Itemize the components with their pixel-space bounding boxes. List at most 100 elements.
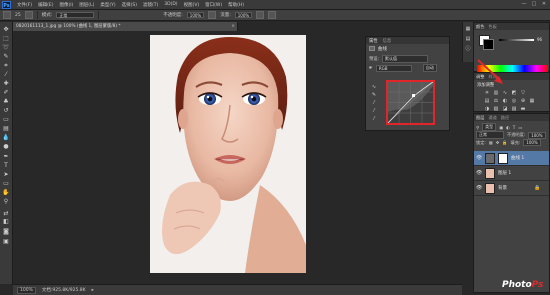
photo-filter-icon[interactable]: ◎ — [511, 98, 517, 104]
zoom-tool-icon[interactable]: ⚲ — [2, 198, 10, 205]
document-tab[interactable]: 0820161113_1.jpg @ 100% (曲线 1, 图层蒙版/8) *… — [13, 22, 238, 31]
eye-icon[interactable]: 👁 — [476, 155, 482, 161]
posterize-icon[interactable]: ▧ — [493, 106, 499, 112]
exposure-icon[interactable]: ◩ — [511, 90, 517, 96]
minimize-button[interactable]: — — [521, 1, 527, 7]
levels-icon[interactable]: ▥ — [493, 90, 499, 96]
brightness-contrast-icon[interactable]: ☀ — [484, 90, 490, 96]
shape-tool-icon[interactable]: ▭ — [2, 180, 10, 187]
airbrush-icon[interactable] — [256, 11, 265, 19]
layer-opacity-input[interactable]: 100% — [528, 131, 546, 139]
brush-panel-icon[interactable] — [24, 11, 33, 19]
healing-tool-icon[interactable]: ✚ — [2, 80, 10, 87]
maximize-button[interactable]: □ — [531, 1, 537, 7]
curves-icon[interactable]: ∿ — [502, 90, 508, 96]
menu-edit[interactable]: 编辑(E) — [38, 2, 53, 8]
tab-swatches[interactable]: 色板 — [488, 24, 496, 30]
gray-slider[interactable] — [499, 39, 534, 41]
menu-view[interactable]: 视图(V) — [184, 2, 200, 8]
color-swatches-icon[interactable]: ◧ — [2, 218, 10, 225]
crop-tool-icon[interactable]: ⌗ — [2, 62, 10, 69]
status-menu-arrow-icon[interactable]: ▸ — [92, 288, 94, 293]
eyedropper-gray-icon[interactable]: ⁄ — [370, 107, 378, 115]
color-lookup-icon[interactable]: ▦ — [529, 98, 535, 104]
background-color-swatch[interactable] — [483, 39, 494, 50]
lock-move-icon[interactable]: ✥ — [496, 140, 500, 145]
brush-tool-icon[interactable]: ✐ — [2, 89, 10, 96]
lock-all-icon[interactable]: 🔒 — [502, 140, 507, 146]
eyedropper-black-icon[interactable]: ⁄ — [370, 99, 378, 107]
close-button[interactable]: ✕ — [541, 1, 547, 7]
info-panel-icon[interactable]: ⓘ — [464, 46, 472, 53]
close-document-icon[interactable]: × — [231, 22, 235, 31]
menu-type[interactable]: 类型(Y) — [100, 2, 115, 8]
pen-tool-icon[interactable]: ✒ — [2, 153, 10, 160]
menu-filter[interactable]: 滤镜(T) — [143, 2, 158, 8]
layer-row-layer1[interactable]: 👁 图层 1 — [474, 166, 549, 181]
document-info[interactable]: 文档:925.8K/925.8K — [42, 287, 86, 293]
mode-dropdown[interactable]: 正常 — [56, 12, 95, 18]
quick-mask-icon[interactable]: ◙ — [2, 228, 10, 235]
document-image[interactable] — [150, 35, 306, 273]
channel-mixer-icon[interactable]: ⊕ — [520, 98, 526, 104]
tab-info[interactable]: 信息 — [383, 38, 392, 44]
opacity-input[interactable]: 100% — [186, 12, 205, 18]
eye-icon[interactable]: 👁 — [476, 185, 482, 191]
marquee-tool-icon[interactable]: ⬚ — [2, 35, 10, 42]
menu-file[interactable]: 文件(F) — [17, 2, 32, 8]
clone-stamp-tool-icon[interactable]: ♣ — [2, 98, 10, 105]
pencil-edit-icon[interactable]: ✎ — [370, 91, 378, 99]
eyedropper-tool-icon[interactable]: ⁄ — [2, 71, 10, 78]
filter-adjust-icon[interactable]: ◐ — [506, 125, 510, 130]
tab-styles[interactable]: 样式 — [488, 74, 496, 80]
color-balance-icon[interactable]: ⚖ — [493, 98, 499, 104]
history-brush-tool-icon[interactable]: ↺ — [2, 107, 10, 114]
path-select-tool-icon[interactable]: ➤ — [2, 171, 10, 178]
gradient-map-icon[interactable]: ▬ — [520, 106, 526, 112]
zoom-level[interactable]: 100% — [17, 286, 36, 294]
menu-3d[interactable]: 3D(D) — [164, 2, 177, 7]
tab-paths[interactable]: 路径 — [501, 115, 509, 121]
tab-color[interactable]: 颜色 — [476, 24, 484, 30]
point-edit-icon[interactable]: ∿ — [370, 83, 378, 91]
tab-channels[interactable]: 通道 — [488, 115, 496, 121]
screen-mode-icon[interactable]: ▣ — [2, 238, 10, 245]
layer-row-background[interactable]: 👁 背景 🔒 — [474, 181, 549, 196]
dodge-tool-icon[interactable]: ● — [2, 143, 10, 150]
invert-icon[interactable]: ◑ — [484, 106, 490, 112]
history-panel-icon[interactable]: ▦ — [464, 26, 472, 33]
mask-thumb[interactable] — [498, 152, 508, 164]
pressure-size-icon[interactable] — [268, 11, 277, 19]
blend-mode-dropdown[interactable]: 正常 — [476, 131, 504, 139]
eye-icon[interactable]: 👁 — [476, 170, 482, 176]
vibrance-icon[interactable]: ▽ — [520, 90, 526, 96]
gradient-tool-icon[interactable]: ▤ — [2, 125, 10, 132]
color-value[interactable]: 96 — [537, 37, 542, 42]
menu-help[interactable]: 帮助(H) — [228, 2, 244, 8]
hue-saturation-icon[interactable]: ▤ — [484, 98, 490, 104]
curves-graph[interactable] — [386, 80, 435, 125]
properties-panel-icon[interactable]: ▤ — [464, 36, 472, 43]
filter-pixel-icon[interactable]: ▣ — [499, 125, 503, 130]
lasso-tool-icon[interactable]: ➰ — [2, 44, 10, 51]
selective-color-icon[interactable]: ▨ — [511, 106, 517, 112]
fill-input[interactable]: 100% — [523, 139, 541, 146]
layer-row-curves[interactable]: 👁 曲线 1 — [474, 151, 549, 166]
menu-image[interactable]: 图像(I) — [59, 2, 73, 8]
eyedropper-white-icon[interactable]: ⁄ — [370, 115, 378, 123]
swap-colors-icon[interactable]: ⇄ — [2, 210, 10, 217]
threshold-icon[interactable]: ◪ — [502, 106, 508, 112]
menu-window[interactable]: 窗口(W) — [205, 2, 222, 8]
move-tool-icon[interactable]: ✥ — [2, 26, 10, 33]
auto-button[interactable]: 自动 — [422, 64, 437, 72]
type-tool-icon[interactable]: T — [2, 162, 10, 169]
filter-type-icon[interactable]: T — [513, 125, 516, 130]
brush-tool-icon[interactable] — [3, 11, 11, 19]
preset-dropdown[interactable]: 默认值 — [382, 55, 429, 63]
quick-select-tool-icon[interactable]: ✎ — [2, 53, 10, 60]
brush-size-value[interactable]: 25 — [15, 13, 21, 18]
flow-input[interactable]: 100% — [234, 12, 253, 18]
hand-adjust-icon[interactable]: ☛ — [369, 66, 373, 71]
tab-adjustments[interactable]: 调整 — [476, 74, 484, 80]
tab-properties[interactable]: 属性 — [369, 38, 378, 44]
